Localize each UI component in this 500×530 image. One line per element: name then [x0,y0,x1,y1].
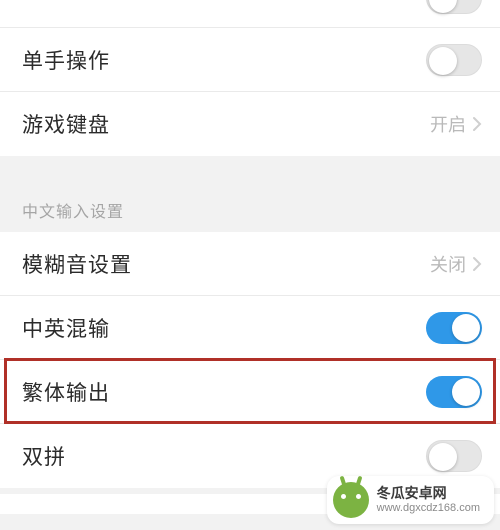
row-right: 开启 [430,111,482,137]
toggle-knob [452,378,480,406]
settings-row-label: 繁体输出 [22,377,110,407]
settings-row-traditional-output[interactable]: 繁体输出 [0,360,500,424]
section-header-chinese-input: 中文输入设置 [0,186,500,232]
settings-row-label: 游戏键盘 [22,109,110,139]
watermark-badge: 冬瓜安卓网 www.dgxcdz168.com [327,476,494,524]
settings-row-cn-en-mix[interactable]: 中英混输 [0,296,500,360]
toggle-switch[interactable] [426,0,482,14]
settings-group-top: 单手操作 游戏键盘 开启 [0,0,500,156]
settings-row-fuzzy[interactable]: 模糊音设置 关闭 [0,232,500,296]
settings-row-label: 双拼 [22,441,66,471]
settings-row-game-keyboard[interactable]: 游戏键盘 开启 [0,92,500,156]
settings-row-label: 中英混输 [22,313,110,343]
settings-group-chinese: 模糊音设置 关闭 中英混输 繁体输出 双拼 [0,232,500,488]
section-gap [0,156,500,186]
toggle-switch[interactable] [426,44,482,76]
settings-row-label: 模糊音设置 [22,249,132,279]
watermark-site-name: 冬瓜安卓网 [377,485,480,502]
chevron-right-icon [472,116,482,132]
toggle-knob [429,47,457,75]
chevron-right-icon [472,256,482,272]
settings-row-value: 开启 [430,111,466,137]
toggle-knob [452,314,480,342]
watermark-text: 冬瓜安卓网 www.dgxcdz168.com [377,485,480,515]
toggle-knob [429,443,457,471]
row-right: 关闭 [430,251,482,277]
settings-row-partial[interactable] [0,0,500,28]
settings-row-label: 单手操作 [22,45,110,75]
android-icon [333,482,369,518]
settings-row-value: 关闭 [430,251,466,277]
toggle-knob [429,0,457,13]
toggle-switch[interactable] [426,312,482,344]
settings-row-one-hand[interactable]: 单手操作 [0,28,500,92]
toggle-switch[interactable] [426,376,482,408]
toggle-switch[interactable] [426,440,482,472]
watermark-site-url: www.dgxcdz168.com [377,502,480,515]
